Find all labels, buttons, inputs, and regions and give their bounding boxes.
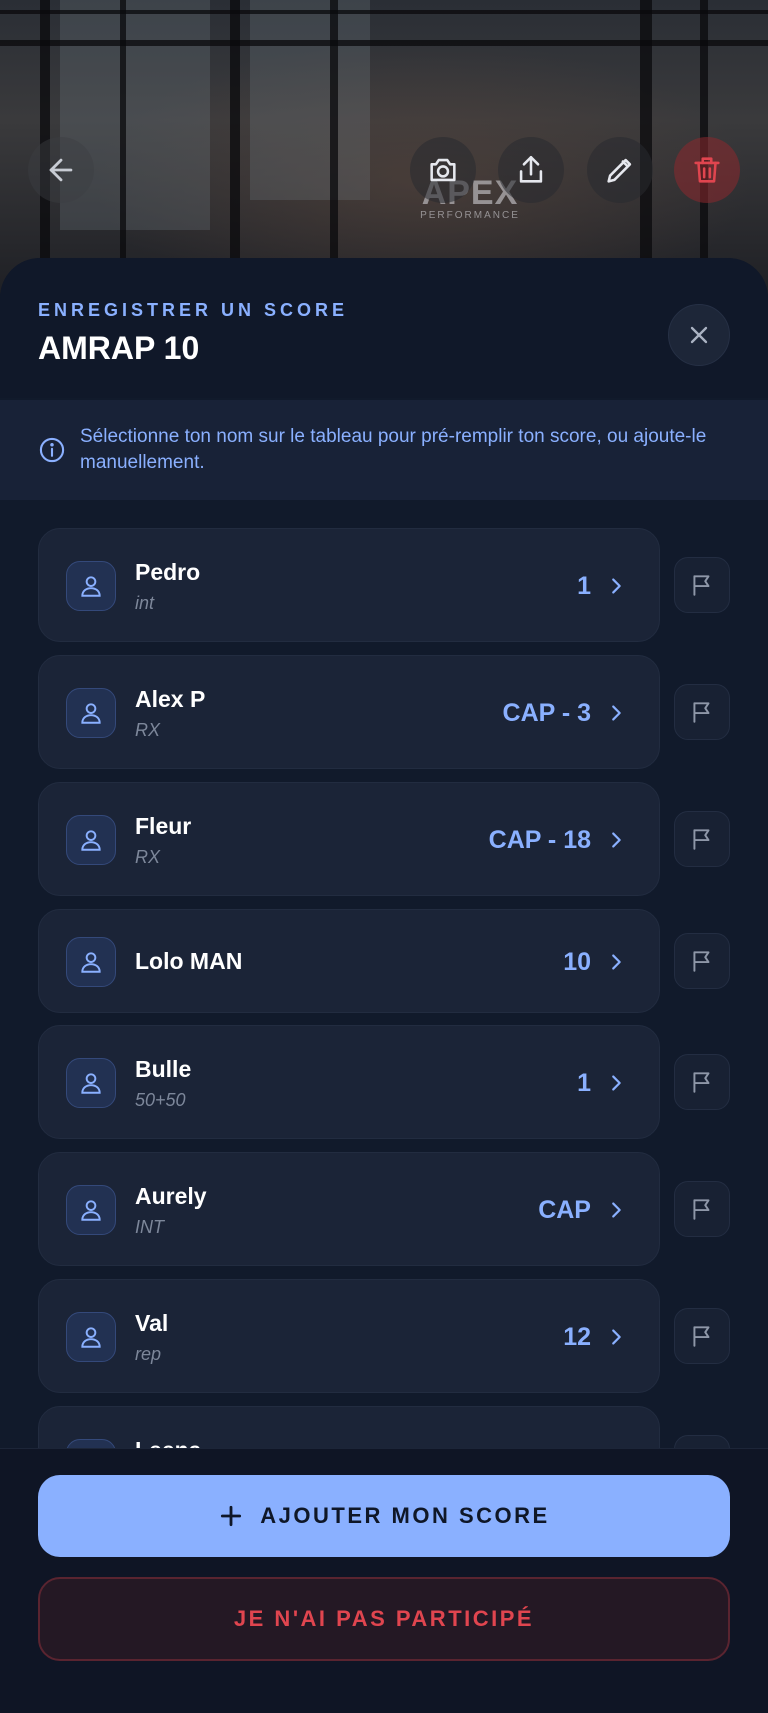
- avatar: [66, 1185, 116, 1235]
- flag-icon: [693, 1072, 710, 1093]
- report-flag-button[interactable]: [674, 811, 730, 867]
- flag-icon: [693, 951, 710, 972]
- info-text: Sélectionne ton nom sur le tableau pour …: [80, 426, 707, 473]
- chevron-right-icon: [612, 705, 621, 721]
- did-not-participate-button[interactable]: JE N'AI PAS PARTICIPÉ: [38, 1577, 730, 1661]
- list-item: Fleur RX CAP - 18: [38, 782, 730, 896]
- athlete-score: 1: [577, 572, 591, 600]
- athlete-score: 1: [577, 1069, 591, 1097]
- info-icon: [39, 437, 65, 463]
- hero-photo: APEX PERFORMANCE: [0, 0, 768, 300]
- athlete-score: 12: [563, 1323, 591, 1351]
- athlete-division: RX: [135, 847, 161, 867]
- edit-button[interactable]: [587, 137, 653, 203]
- flag-icon: [693, 1199, 710, 1220]
- plus-icon: [221, 1505, 242, 1527]
- athlete-name: Val: [135, 1310, 169, 1336]
- avatar: [66, 815, 116, 865]
- sheet-title: AMRAP 10: [38, 330, 200, 366]
- athlete-name: Alex P: [135, 686, 206, 712]
- trash-icon: [694, 157, 720, 183]
- close-button[interactable]: [668, 304, 730, 366]
- info-banner: Sélectionne ton nom sur le tableau pour …: [0, 400, 768, 500]
- athlete-name: Pedro: [135, 559, 201, 585]
- athlete-card[interactable]: Pedro int 1: [38, 528, 660, 642]
- avatar: [66, 688, 116, 738]
- add-score-label: AJOUTER MON SCORE: [260, 1503, 550, 1528]
- add-score-button[interactable]: AJOUTER MON SCORE: [38, 1475, 730, 1557]
- avatar: [66, 1058, 116, 1108]
- chevron-right-icon: [612, 1329, 621, 1345]
- back-button[interactable]: [28, 137, 94, 203]
- user-icon: [81, 952, 101, 973]
- report-flag-button[interactable]: [674, 1181, 730, 1237]
- avatar: [66, 1312, 116, 1362]
- user-icon: [81, 576, 101, 597]
- athlete-name: Lolo MAN: [135, 948, 243, 974]
- chevron-right-icon: [612, 578, 621, 594]
- athlete-division: int: [135, 593, 155, 613]
- athlete-division: RX: [135, 720, 161, 740]
- user-icon: [81, 1327, 101, 1348]
- list-item: Val rep 12: [38, 1279, 730, 1393]
- athlete-card[interactable]: Fleur RX CAP - 18: [38, 782, 660, 896]
- athlete-card[interactable]: Bulle 50+50 1: [38, 1025, 660, 1139]
- flag-icon: [693, 575, 710, 596]
- sheet-eyebrow: ENREGISTRER UN SCORE: [38, 300, 349, 320]
- did-not-participate-label: JE N'AI PAS PARTICIPÉ: [233, 1606, 535, 1631]
- user-icon: [81, 1200, 101, 1221]
- camera-button[interactable]: [410, 137, 476, 203]
- chevron-right-icon: [612, 1075, 621, 1091]
- flag-icon: [693, 1326, 710, 1347]
- report-flag-button[interactable]: [674, 1054, 730, 1110]
- athlete-name: Bulle: [135, 1056, 192, 1082]
- chevron-right-icon: [612, 832, 621, 848]
- athlete-card[interactable]: Lolo MAN 10: [38, 909, 660, 1013]
- athlete-score: 10: [563, 948, 591, 976]
- chevron-right-icon: [612, 1202, 621, 1218]
- report-flag-button[interactable]: [674, 1308, 730, 1364]
- list-item: Lolo MAN 10: [38, 909, 730, 1013]
- athlete-card[interactable]: Alex P RX CAP - 3: [38, 655, 660, 769]
- athlete-division: 50+50: [135, 1090, 186, 1110]
- user-icon: [81, 830, 101, 851]
- athlete-name: Fleur: [135, 813, 192, 839]
- flag-icon: [693, 702, 710, 723]
- user-icon: [81, 703, 101, 724]
- avatar: [66, 937, 116, 987]
- athlete-card[interactable]: Val rep 12: [38, 1279, 660, 1393]
- arrow-left-icon: [49, 158, 73, 182]
- bottom-actions: AJOUTER MON SCORE JE N'AI PAS PARTICIPÉ: [0, 1448, 768, 1713]
- close-icon: [690, 326, 708, 344]
- athlete-score: CAP - 3: [502, 699, 591, 727]
- report-flag-button[interactable]: [674, 684, 730, 740]
- flag-icon: [693, 829, 710, 850]
- pencil-icon: [607, 158, 632, 183]
- athlete-score: CAP - 18: [488, 826, 591, 854]
- avatar: [66, 561, 116, 611]
- report-flag-button[interactable]: [674, 933, 730, 989]
- share-button[interactable]: [498, 137, 564, 203]
- sheet-header: ENREGISTRER UN SCORE AMRAP 10: [0, 258, 768, 398]
- chevron-right-icon: [612, 954, 621, 970]
- camera-icon: [430, 158, 456, 182]
- list-item: Aurely INT CAP: [38, 1152, 730, 1266]
- list-item: Pedro int 1: [38, 528, 730, 642]
- list-item: Bulle 50+50 1: [38, 1025, 730, 1139]
- delete-button[interactable]: [674, 137, 740, 203]
- athlete-score: CAP: [538, 1196, 591, 1224]
- athlete-division: rep: [135, 1344, 162, 1364]
- athlete-name: Aurely: [135, 1183, 207, 1209]
- athlete-card[interactable]: Aurely INT CAP: [38, 1152, 660, 1266]
- athlete-division: INT: [135, 1217, 164, 1237]
- share-icon: [519, 155, 543, 183]
- user-icon: [81, 1073, 101, 1094]
- list-item: Alex P RX CAP - 3: [38, 655, 730, 769]
- report-flag-button[interactable]: [674, 557, 730, 613]
